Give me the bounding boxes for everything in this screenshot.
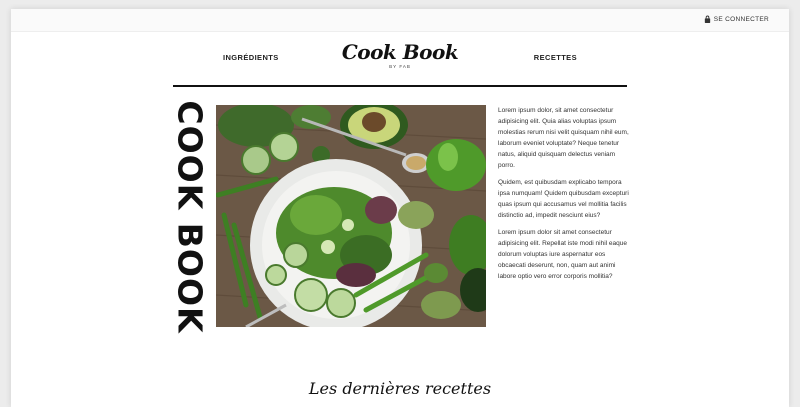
lock-icon — [704, 15, 710, 23]
site-logo[interactable]: Cook Book BY FAB — [341, 40, 459, 69]
intro-paragraph: Lorem ipsum dolor sit amet consectetur a… — [498, 229, 627, 280]
main-nav: INGRÉDIENTS Cook Book BY FAB RECETTES — [173, 33, 627, 87]
vertical-title-text: COOK BOOK — [170, 100, 210, 334]
page-frame: SE CONNECTER INGRÉDIENTS Cook Book BY FA… — [11, 9, 789, 407]
logo-title: Cook Book — [341, 40, 459, 64]
nav-item-recettes[interactable]: RECETTES — [534, 53, 577, 62]
intro-paragraph: Quidem, est quibusdam explicabo tempora … — [498, 179, 629, 219]
vertical-title: COOK BOOK — [171, 100, 210, 333]
salad-bowl-image — [216, 105, 486, 327]
intro-paragraph: Lorem ipsum dolor, sit amet consectetur … — [498, 107, 629, 169]
intro-text: Lorem ipsum dolor, sit amet consectetur … — [498, 105, 630, 288]
top-bar: SE CONNECTER — [11, 9, 789, 32]
latest-recipes-title: Les dernières recettes — [308, 379, 492, 398]
hero-image — [216, 105, 486, 327]
login-link[interactable]: SE CONNECTER — [704, 15, 769, 23]
logo-subtitle: BY FAB — [389, 64, 411, 69]
nav-item-ingredients[interactable]: INGRÉDIENTS — [223, 53, 279, 62]
login-label: SE CONNECTER — [713, 15, 769, 23]
